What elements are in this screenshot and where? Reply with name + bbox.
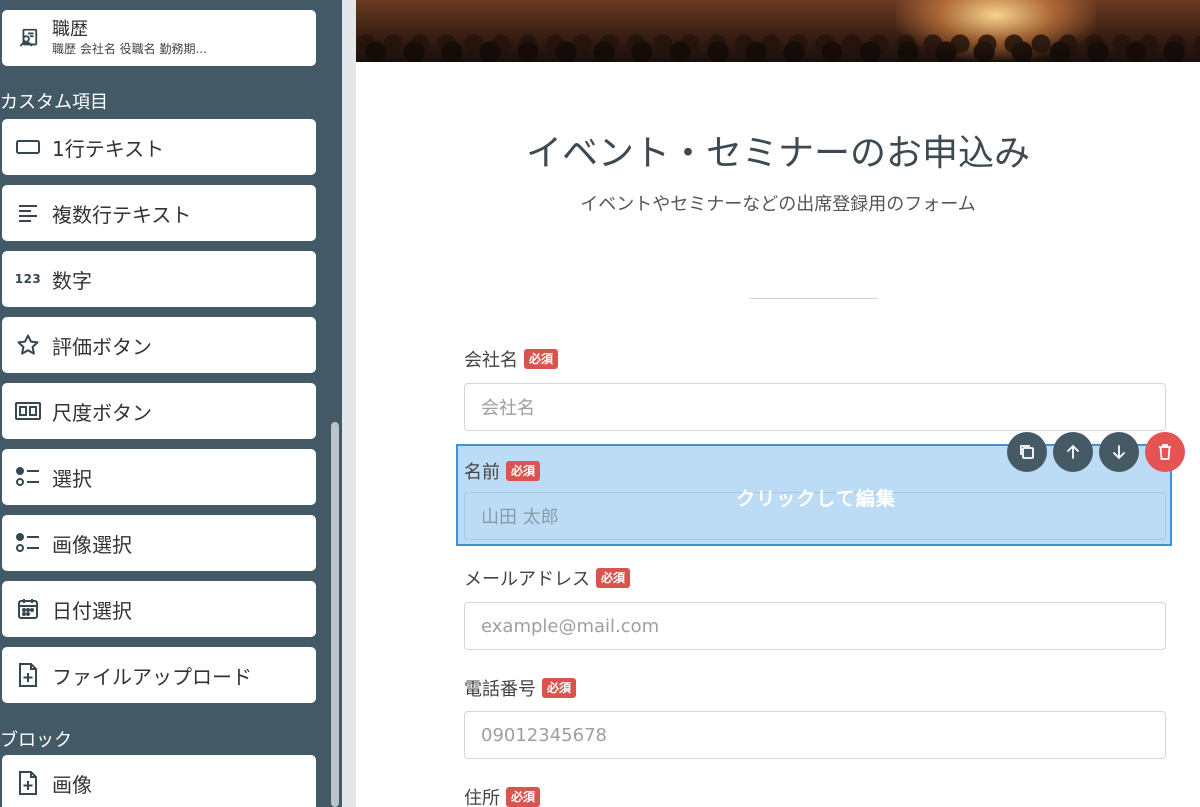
- section-heading-block: ブロック: [0, 730, 72, 751]
- sidebar-item-label: 選択: [52, 466, 92, 491]
- input-placeholder: 会社名: [481, 398, 535, 419]
- move-up-button[interactable]: [1053, 432, 1093, 472]
- input-placeholder: 09012345678: [481, 724, 607, 746]
- sidebar-item-image-block[interactable]: 画像: [2, 755, 316, 807]
- required-badge: 必須: [542, 678, 577, 698]
- delete-button[interactable]: [1145, 432, 1185, 472]
- duplicate-button[interactable]: [1007, 432, 1047, 472]
- email-input[interactable]: example@mail.com: [464, 602, 1166, 650]
- sidebar-item-label: 画像選択: [52, 532, 132, 557]
- sidebar-item-label: 数字: [52, 268, 92, 293]
- field-label-text: 会社名: [464, 350, 518, 371]
- select-list-icon: [14, 463, 42, 491]
- sidebar-item-label: 複数行テキスト: [52, 202, 192, 227]
- image-select-icon: [14, 529, 42, 557]
- form-title[interactable]: イベント・セミナーのお申込み: [356, 124, 1200, 176]
- field-label-text: 名前: [464, 462, 500, 483]
- sidebar-item-number[interactable]: 123 数字: [2, 251, 316, 307]
- sidebar: 職歴 職歴 会社名 役職名 勤務期... カスタム項目 1行テキスト 複数行テキ…: [0, 0, 342, 807]
- file-upload-icon: [14, 661, 42, 689]
- career-icon: [14, 24, 42, 52]
- sidebar-item-label: 1行テキスト: [52, 136, 165, 161]
- section-heading-custom: カスタム項目: [0, 92, 108, 113]
- sidebar-item-image-select[interactable]: 画像選択: [2, 515, 316, 571]
- move-up-icon: [1067, 444, 1079, 459]
- field-label-text: 住所: [464, 788, 500, 807]
- sidebar-item-label: 尺度ボタン: [52, 400, 152, 425]
- number-icon: 123: [14, 272, 42, 286]
- multi-line-text-icon: [14, 199, 42, 227]
- sidebar-scrollbar-track: [342, 0, 356, 807]
- title-divider: [750, 298, 878, 299]
- input-placeholder: example@mail.com: [481, 615, 660, 637]
- required-badge: 必須: [506, 461, 541, 481]
- field-label-address: 住所 必須: [464, 784, 541, 807]
- required-badge: 必須: [524, 349, 559, 369]
- star-icon: [14, 331, 42, 359]
- sidebar-item-single-line-text[interactable]: 1行テキスト: [2, 119, 316, 175]
- sidebar-item-rating[interactable]: 評価ボタン: [2, 317, 316, 373]
- image-block-icon: [14, 769, 42, 797]
- calendar-icon: [14, 595, 42, 623]
- field-label-phone: 電話番号 必須: [464, 675, 577, 701]
- sidebar-item-file-upload[interactable]: ファイルアップロード: [2, 647, 316, 703]
- sidebar-item-label: 画像: [52, 772, 92, 797]
- field-label-email: メールアドレス 必須: [464, 565, 631, 591]
- field-label-name: 名前 必須: [464, 458, 541, 484]
- sidebar-item-date[interactable]: 日付選択: [2, 581, 316, 637]
- crowd-silhouette: [356, 22, 1200, 62]
- scale-icon: [14, 397, 42, 425]
- sidebar-item-multi-line-text[interactable]: 複数行テキスト: [2, 185, 316, 241]
- delete-icon: [1159, 444, 1171, 460]
- sidebar-item-career[interactable]: 職歴 職歴 会社名 役職名 勤務期...: [2, 10, 316, 66]
- company-input[interactable]: 会社名: [464, 383, 1166, 431]
- form-canvas: イベント・セミナーのお申込み イベントやセミナーなどの出席登録用のフォーム 会社…: [356, 0, 1200, 807]
- header-image[interactable]: [356, 0, 1200, 62]
- required-badge: 必須: [506, 787, 541, 807]
- field-label-text: 電話番号: [464, 679, 536, 700]
- phone-input[interactable]: 09012345678: [464, 711, 1166, 759]
- sidebar-scrollbar-thumb[interactable]: [331, 422, 339, 807]
- click-to-edit-hint[interactable]: クリックして編集: [458, 484, 1174, 511]
- form-subtitle[interactable]: イベントやセミナーなどの出席登録用のフォーム: [356, 190, 1200, 216]
- move-down-button[interactable]: [1099, 432, 1139, 472]
- single-line-text-icon: [14, 133, 42, 161]
- sidebar-item-label: ファイルアップロード: [52, 664, 252, 689]
- sidebar-item-label: 日付選択: [52, 598, 132, 623]
- sidebar-item-sublabel: 職歴 会社名 役職名 勤務期...: [52, 41, 207, 56]
- sidebar-item-scale[interactable]: 尺度ボタン: [2, 383, 316, 439]
- sidebar-item-select[interactable]: 選択: [2, 449, 316, 505]
- move-down-icon: [1113, 445, 1125, 460]
- required-badge: 必須: [596, 568, 631, 588]
- sidebar-item-label: 評価ボタン: [52, 334, 152, 359]
- sidebar-item-label: 職歴: [52, 18, 88, 40]
- field-label-company: 会社名 必須: [464, 346, 559, 372]
- field-label-text: メールアドレス: [464, 569, 590, 590]
- duplicate-icon: [1020, 445, 1034, 459]
